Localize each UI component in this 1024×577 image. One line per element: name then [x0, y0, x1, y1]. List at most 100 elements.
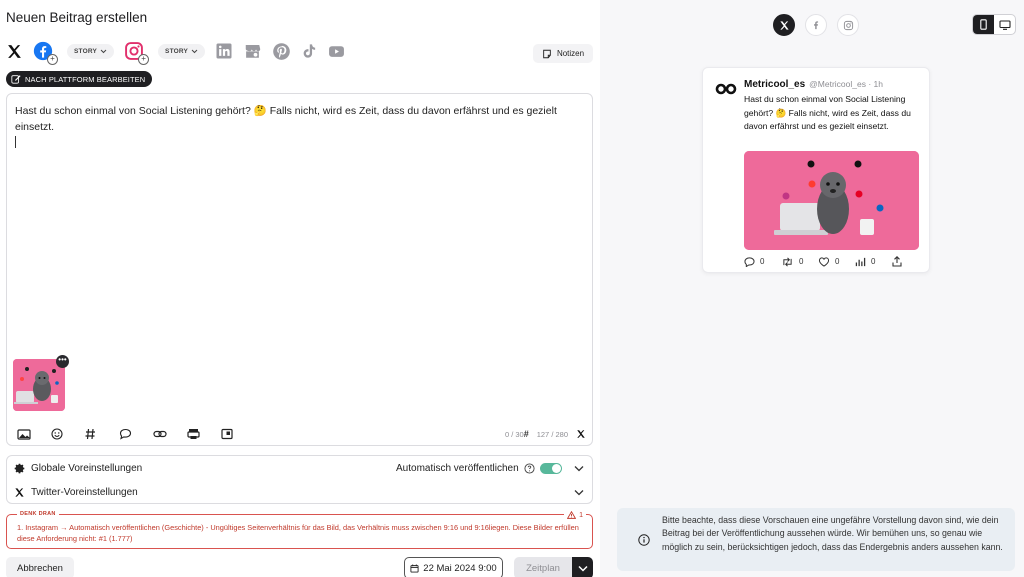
- global-settings-row[interactable]: Globale Voreinstellungen Automatisch ver…: [14, 458, 586, 478]
- x-twitter-icon: [577, 430, 585, 438]
- post-settings: Globale Voreinstellungen Automatisch ver…: [6, 455, 593, 504]
- analytics-icon: [855, 257, 866, 266]
- character-counters: 0 / 30# 127 / 280: [505, 429, 586, 439]
- monitor-icon: [998, 19, 1011, 30]
- schedule-button[interactable]: Zeitplan: [514, 557, 572, 577]
- account-handle: @Metricool_es · 1h: [809, 79, 883, 89]
- editor-toolbar: [17, 427, 255, 441]
- device-switcher: [972, 14, 1016, 35]
- facebook-icon: [814, 21, 819, 30]
- x-twitter-icon[interactable]: [6, 43, 23, 60]
- post-text-editor[interactable]: Hast du schon einmal von Social Listenin…: [6, 93, 593, 446]
- twitter-settings-row[interactable]: Twitter-Voreinstellungen: [14, 482, 586, 502]
- like-action[interactable]: 0: [818, 256, 855, 267]
- schedule-date-button[interactable]: 22 Mai 2024 9:00: [404, 557, 503, 577]
- account-name: Metricool_es: [744, 79, 806, 90]
- global-settings-label: Globale Voreinstellungen: [31, 462, 143, 474]
- dog-laptop-image: [744, 151, 919, 250]
- notes-label: Notizen: [556, 49, 585, 58]
- hashtag-icon[interactable]: [85, 427, 119, 441]
- reply-action[interactable]: 0: [744, 256, 781, 267]
- views-action[interactable]: 0: [855, 257, 892, 267]
- retweet-action[interactable]: 0: [781, 257, 818, 267]
- tweet-text: Hast du schon einmal von Social Listenin…: [744, 94, 911, 131]
- hashtag-counter: 0 / 30#: [504, 429, 529, 439]
- instagram-preview-tab[interactable]: [837, 14, 859, 36]
- dog-laptop-image: [13, 359, 65, 411]
- tweet-preview-card: Metricool_es @Metricool_es · 1h Hast du …: [702, 67, 930, 273]
- schedule-options-button[interactable]: [572, 557, 593, 577]
- instagram-story-dropdown[interactable]: STORY: [158, 43, 206, 59]
- facebook-preview-tab[interactable]: [805, 14, 827, 36]
- edit-per-platform-label: NACH PLATTFORM BEARBEITEN: [25, 74, 146, 84]
- auto-publish-toggle[interactable]: [539, 462, 562, 474]
- warning-count: 1: [564, 511, 586, 519]
- story-label: STORY: [74, 47, 98, 55]
- post-text[interactable]: Hast du schon einmal von Social Listenin…: [15, 103, 580, 135]
- warning-text: 1. Instagram → Automatisch veröffentlich…: [17, 523, 579, 543]
- tweet-header: Metricool_es @Metricool_es · 1h: [744, 79, 883, 90]
- chevron-down-icon: [191, 49, 198, 53]
- instagram-icon: [843, 20, 853, 30]
- warning-triangle-icon: [567, 511, 577, 519]
- phone-icon: [980, 19, 987, 30]
- edit-icon: [11, 75, 21, 84]
- preview-network-switcher: [773, 14, 859, 36]
- reminder-warning: DENK DRAN 1 1. Instagram → Automatisch v…: [6, 511, 593, 549]
- chevron-down-icon[interactable]: [574, 465, 584, 472]
- tiktok-icon[interactable]: [301, 42, 317, 60]
- tweet-image: [744, 151, 919, 250]
- chevron-down-icon: [577, 565, 588, 572]
- link-icon[interactable]: [153, 427, 187, 441]
- auto-publish-control: Automatisch veröffentlichen: [396, 462, 562, 474]
- metricool-logo-icon: [715, 83, 737, 95]
- x-twitter-icon: [15, 487, 24, 497]
- chevron-down-icon[interactable]: [574, 489, 584, 496]
- retweet-icon: [783, 257, 792, 266]
- mobile-view-button[interactable]: [973, 15, 994, 34]
- page-title: Neuen Beitrag erstellen: [6, 10, 148, 25]
- tweet-actions: 0 0 0 0: [744, 256, 929, 267]
- calendar-icon: [410, 563, 419, 573]
- auto-publish-label: Automatisch veröffentlichen: [396, 462, 519, 474]
- character-counter: 127 / 280: [536, 429, 568, 439]
- desktop-view-button[interactable]: [994, 15, 1015, 34]
- help-icon: [524, 462, 535, 474]
- linkedin-icon[interactable]: [215, 42, 233, 60]
- google-business-icon[interactable]: [243, 42, 262, 60]
- add-account-icon[interactable]: +: [138, 54, 150, 65]
- instagram-icon[interactable]: +: [124, 41, 150, 65]
- comment-icon[interactable]: [119, 427, 153, 441]
- x-twitter-icon: [779, 20, 789, 30]
- twitter-settings-label: Twitter-Voreinstellungen: [31, 486, 138, 498]
- share-icon: [892, 256, 902, 267]
- emoji-icon[interactable]: [51, 427, 85, 441]
- edit-per-platform-button[interactable]: NACH PLATTFORM BEARBEITEN: [6, 71, 153, 87]
- share-action[interactable]: [892, 256, 929, 267]
- cancel-button[interactable]: Abbrechen: [6, 557, 74, 577]
- image-options-icon[interactable]: •••: [56, 355, 69, 368]
- facebook-story-dropdown[interactable]: STORY: [67, 43, 115, 59]
- notes-button[interactable]: Notizen: [533, 44, 593, 63]
- text-cursor: [15, 136, 16, 148]
- pinterest-icon[interactable]: [272, 42, 291, 61]
- note-icon: [543, 49, 551, 58]
- heart-icon: [818, 256, 830, 267]
- preview-panel: Metricool_es @Metricool_es · 1h Hast du …: [600, 0, 1024, 577]
- info-icon: [638, 534, 650, 546]
- reply-icon: [744, 256, 755, 267]
- youtube-icon[interactable]: [327, 43, 346, 60]
- gear-icon: [14, 463, 25, 473]
- platform-selector: + STORY + STORY: [6, 40, 356, 65]
- warning-title: DENK DRAN: [17, 511, 59, 517]
- x-twitter-preview-tab[interactable]: [773, 14, 795, 36]
- add-account-icon[interactable]: +: [47, 54, 58, 65]
- signature-icon[interactable]: [187, 427, 221, 441]
- media-upload-icon[interactable]: [17, 427, 51, 441]
- media-library-icon[interactable]: [221, 427, 255, 441]
- schedule-date-label: 22 Mai 2024 9:00: [423, 562, 497, 574]
- post-editor-panel: Neuen Beitrag erstellen + STORY + STORY: [0, 0, 600, 577]
- attached-image-thumbnail[interactable]: [13, 359, 65, 411]
- story-label: STORY: [165, 47, 189, 55]
- facebook-icon[interactable]: +: [33, 41, 58, 65]
